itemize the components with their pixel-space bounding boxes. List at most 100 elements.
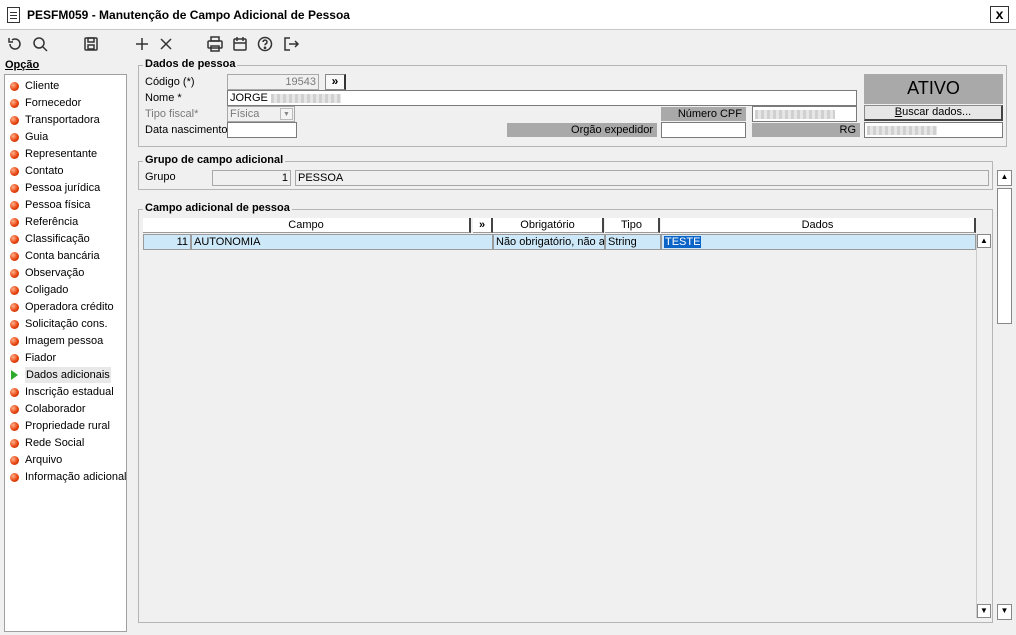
redacted-rg [867, 125, 937, 135]
nav-item[interactable]: Operadora crédito [5, 299, 126, 315]
grupo-code-field[interactable]: 1 [212, 170, 291, 186]
window-title: PESFM059 - Manutenção de Campo Adicional… [27, 8, 350, 22]
window-scroll-thumb[interactable] [997, 188, 1012, 324]
dados-pessoa-title: Dados de pessoa [143, 58, 238, 70]
undo-icon[interactable] [6, 35, 24, 53]
title-bar: PESFM059 - Manutenção de Campo Adicional… [0, 0, 1016, 30]
print-icon[interactable] [206, 35, 224, 53]
window-scrollbar[interactable]: ▲ ▼ [996, 170, 1013, 620]
nav-item-label: Coligado [25, 284, 69, 296]
grupo-name-field[interactable]: PESSOA [295, 170, 989, 186]
nav-item[interactable]: Representante [5, 146, 126, 162]
nav-item-label: Fornecedor [25, 97, 82, 109]
cell-dados[interactable]: TESTE [661, 234, 976, 250]
nav-item-label: Classificação [25, 233, 90, 245]
calendar-icon[interactable] [231, 35, 249, 53]
nav-item[interactable]: Coligado [5, 282, 126, 298]
cell-id[interactable]: 11 [143, 234, 191, 250]
nav-item[interactable]: Referência [5, 214, 126, 230]
bullet-icon [10, 303, 19, 312]
bullet-icon [10, 252, 19, 261]
nav-item-label: Cliente [25, 80, 60, 92]
nav-item[interactable]: Pessoa física [5, 197, 126, 213]
nav-item-label: Imagem pessoa [25, 335, 104, 347]
nav-item[interactable]: Informação adicional [5, 469, 127, 485]
tipo-fiscal-select[interactable]: Física ▼ [227, 106, 295, 122]
nav-item[interactable]: Propriedade rural [5, 418, 126, 434]
status-badge: ATIVO [864, 74, 1003, 104]
column-header-lookup[interactable]: » [473, 218, 493, 233]
search-icon[interactable] [31, 35, 49, 53]
column-header-tipo[interactable]: Tipo [605, 218, 660, 233]
nav-item-label: Dados adicionais [25, 367, 111, 383]
add-icon[interactable] [133, 35, 151, 53]
nav-item[interactable]: Cliente [5, 78, 126, 94]
codigo-label: Código (*) [145, 76, 195, 88]
column-header-dados[interactable]: Dados [661, 218, 976, 233]
save-icon[interactable] [82, 35, 100, 53]
bullet-icon [10, 235, 19, 244]
nav-item[interactable]: Observação [5, 265, 126, 281]
nav-item[interactable]: Imagem pessoa [5, 333, 126, 349]
nav-item-label: Observação [25, 267, 85, 279]
nome-field[interactable]: JORGE [227, 90, 857, 106]
orgao-expedidor-field[interactable] [661, 122, 746, 138]
bullet-icon [10, 150, 19, 159]
bullet-icon [10, 439, 19, 448]
cell-tipo[interactable]: String [605, 234, 661, 250]
data-nascimento-field[interactable] [227, 122, 297, 138]
help-icon[interactable] [256, 35, 274, 53]
nav-item[interactable]: Inscrição estadual [5, 384, 126, 400]
nav-item-label: Representante [25, 148, 98, 160]
grupo-label: Grupo [145, 171, 176, 183]
bullet-icon [10, 184, 19, 193]
nome-label: Nome * [145, 92, 182, 104]
bullet-icon [10, 354, 19, 363]
codigo-field[interactable]: 19543 [227, 74, 319, 90]
toolbar [0, 31, 1016, 57]
close-button[interactable]: x [990, 6, 1009, 23]
nav-item[interactable]: Rede Social [5, 435, 126, 451]
nav-list: Cliente Fornecedor Transportadora Guia Repre… [4, 74, 127, 632]
codigo-lookup-button[interactable]: » [325, 74, 346, 90]
nav-item-label: Inscrição estadual [25, 386, 114, 398]
nav-item[interactable]: Fornecedor [5, 95, 126, 111]
table-scrollbar[interactable]: ▲ ▼ [976, 234, 991, 618]
rg-field[interactable] [864, 122, 1003, 138]
nav-item[interactable]: Fiador [5, 350, 126, 366]
bullet-icon [10, 337, 19, 346]
delete-icon[interactable] [157, 35, 175, 53]
nav-item-label: Propriedade rural [25, 420, 110, 432]
nav-item[interactable]: Solicitação cons. [5, 316, 126, 332]
bullet-icon [10, 286, 19, 295]
nav-item[interactable]: Conta bancária [5, 248, 126, 264]
nav-item-label: Arquivo [25, 454, 63, 466]
cpf-field[interactable] [752, 106, 857, 122]
window-scroll-down-button[interactable]: ▼ [997, 604, 1012, 620]
cell-obrigatorio[interactable]: Não obrigatório, não a [493, 234, 605, 250]
play-arrow-icon [11, 370, 18, 380]
window-scroll-up-button[interactable]: ▲ [997, 170, 1012, 186]
data-nascimento-label: Data nascimento [145, 124, 228, 136]
nav-item[interactable]: Colaborador [5, 401, 126, 417]
nav-item[interactable]: Dados adicionais [5, 367, 126, 383]
bullet-icon [10, 99, 19, 108]
bullet-icon [10, 405, 19, 414]
buscar-dados-button[interactable]: Buscar dados... [864, 105, 1003, 121]
column-header-obrigatorio[interactable]: Obrigatório [493, 218, 604, 233]
nav-item[interactable]: Contato [5, 163, 126, 179]
nav-item[interactable]: Pessoa jurídica [5, 180, 126, 196]
table-scroll-up-button[interactable]: ▲ [977, 234, 991, 248]
nav-item-label: Conta bancária [25, 250, 100, 262]
nav-item[interactable]: Transportadora [5, 112, 126, 128]
column-header-campo[interactable]: Campo [143, 218, 471, 233]
table-scroll-down-button[interactable]: ▼ [977, 604, 991, 618]
exit-icon[interactable] [282, 35, 300, 53]
rg-label: RG [752, 123, 860, 137]
nav-item[interactable]: Classificação [5, 231, 126, 247]
nav-item[interactable]: Arquivo [5, 452, 126, 468]
cell-campo[interactable]: AUTONOMIA [191, 234, 493, 250]
nav-item[interactable]: Guia [5, 129, 126, 145]
nav-item-label: Rede Social [25, 437, 85, 449]
nav-item-label: Fiador [25, 352, 57, 364]
